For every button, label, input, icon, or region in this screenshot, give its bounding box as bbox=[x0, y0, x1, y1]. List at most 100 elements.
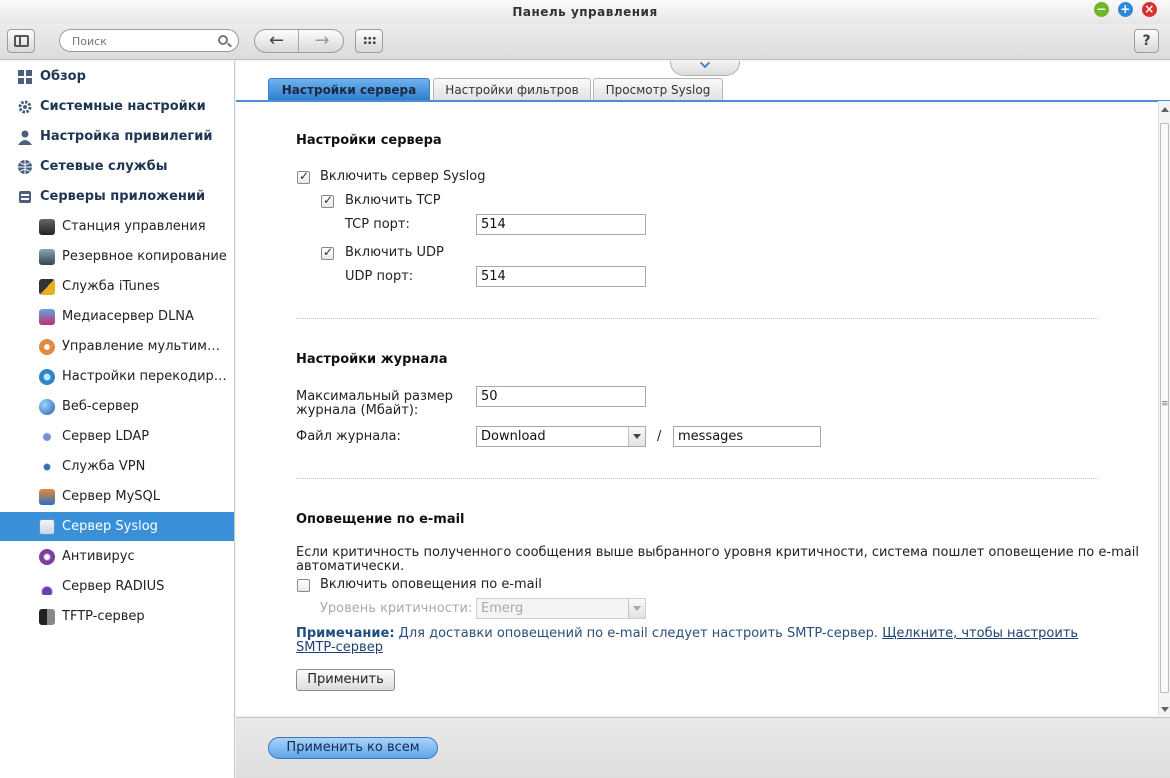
sidebar-item-management-station[interactable]: Станция управления bbox=[0, 212, 234, 241]
apps-button[interactable] bbox=[355, 29, 383, 53]
overview-icon bbox=[18, 70, 32, 84]
sidebar-item-label: Сервер Syslog bbox=[62, 519, 158, 534]
maximize-icon[interactable]: + bbox=[1118, 2, 1133, 17]
tab-filter-settings[interactable]: Настройки фильтров bbox=[433, 78, 591, 100]
smtp-settings-link-cont[interactable]: SMTP-сервер bbox=[296, 640, 383, 655]
sidebar-item-label: Сетевые службы bbox=[40, 159, 168, 174]
sidebar-item-antivirus[interactable]: Антивирус bbox=[0, 542, 234, 571]
chevron-down-icon[interactable] bbox=[628, 427, 645, 446]
back-button[interactable]: ← bbox=[255, 30, 299, 52]
enable-udp-checkbox[interactable] bbox=[321, 245, 334, 260]
sidebar-item-transcoding[interactable]: Настройки перекодирования bbox=[0, 362, 234, 391]
sidebar-item-syslog[interactable]: Сервер Syslog bbox=[0, 512, 234, 541]
sidebar-item-multimedia[interactable]: Управление мультимедиа bbox=[0, 332, 234, 361]
section-divider bbox=[296, 318, 1098, 319]
dlna-icon bbox=[39, 309, 55, 325]
enable-email-label: Включить оповещения по e-mail bbox=[320, 577, 542, 592]
sidebar-item-label: Служба iTunes bbox=[62, 279, 160, 294]
sidebar-item-privileges[interactable]: Настройка привилегий bbox=[0, 122, 234, 151]
itunes-icon bbox=[39, 279, 55, 295]
sidebar-item-label: Станция управления bbox=[62, 219, 206, 234]
collapse-handle[interactable] bbox=[670, 57, 740, 76]
sidebar-item-network-services[interactable]: Сетевые службы bbox=[0, 152, 234, 181]
sidebar-item-itunes[interactable]: Служба iTunes bbox=[0, 272, 234, 301]
sidebar-item-label: Сервер RADIUS bbox=[62, 579, 165, 594]
sidebar-item-label: Обзор bbox=[40, 69, 86, 84]
udp-port-input[interactable]: 514 bbox=[476, 266, 646, 287]
sidebar-item-label: Настройка привилегий bbox=[40, 129, 213, 144]
sidebar-item-label: Настройки перекодирования bbox=[62, 369, 227, 384]
user-icon bbox=[18, 130, 32, 145]
enable-tcp-label: Включить TCP bbox=[345, 193, 441, 208]
chevron-down-icon[interactable] bbox=[628, 599, 645, 618]
sidebar-item-label: Сервер LDAP bbox=[62, 429, 150, 444]
search-icon[interactable] bbox=[218, 35, 228, 45]
tab-server-settings[interactable]: Настройки сервера bbox=[268, 78, 430, 100]
log-folder-select[interactable]: Download bbox=[476, 426, 646, 447]
tftp-icon bbox=[39, 609, 55, 625]
sidebar-item-label: Медиасервер DLNA bbox=[62, 309, 194, 324]
smtp-settings-link[interactable]: Щелкните, чтобы настроить bbox=[882, 626, 1078, 641]
sidebar-item-ldap[interactable]: Сервер LDAP bbox=[0, 422, 234, 451]
server-settings-title: Настройки сервера bbox=[296, 133, 442, 148]
minimize-icon[interactable]: − bbox=[1094, 2, 1109, 17]
sidebar-item-system-settings[interactable]: Системные настройки bbox=[0, 92, 234, 121]
severity-value: Emerg bbox=[481, 601, 524, 616]
window-title: Панель управления bbox=[512, 5, 658, 19]
tab-syslog-view[interactable]: Просмотр Syslog bbox=[593, 78, 723, 100]
section-divider bbox=[296, 478, 1098, 479]
vpn-icon bbox=[39, 459, 55, 475]
grid-icon bbox=[363, 36, 376, 46]
close-icon[interactable]: × bbox=[1142, 2, 1157, 17]
log-settings-title: Настройки журнала bbox=[296, 352, 448, 367]
navigation-buttons: ← → bbox=[254, 29, 344, 53]
sidebar-item-label: Веб-сервер bbox=[62, 399, 139, 414]
vertical-scrollbar[interactable] bbox=[1158, 101, 1170, 716]
scroll-thumb[interactable] bbox=[1160, 123, 1169, 693]
max-size-input[interactable]: 50 bbox=[476, 386, 646, 407]
note-label: Примечание: bbox=[296, 626, 395, 641]
udp-port-label: UDP порт: bbox=[345, 269, 414, 284]
main-menu-button[interactable] bbox=[7, 29, 35, 53]
syslog-icon bbox=[39, 519, 55, 535]
enable-email-checkbox[interactable] bbox=[297, 579, 310, 592]
max-size-label-line1: Максимальный размер bbox=[296, 389, 453, 404]
server-icon bbox=[19, 191, 31, 203]
severity-select[interactable]: Emerg bbox=[476, 598, 646, 619]
sidebar-item-backup[interactable]: Резервное копирование bbox=[0, 242, 234, 271]
search-input[interactable] bbox=[72, 33, 212, 49]
ldap-icon bbox=[39, 429, 55, 445]
sidebar-item-tftp[interactable]: TFTP-сервер bbox=[0, 602, 234, 631]
sidebar-item-vpn[interactable]: Служба VPN bbox=[0, 452, 234, 481]
sidebar-item-overview[interactable]: Обзор bbox=[0, 62, 234, 91]
enable-tcp-checkbox[interactable] bbox=[321, 193, 334, 208]
sidebar-item-dlna[interactable]: Медиасервер DLNA bbox=[0, 302, 234, 331]
tcp-port-input[interactable]: 514 bbox=[476, 214, 646, 235]
help-button[interactable]: ? bbox=[1134, 29, 1159, 53]
sidebar-item-label: Серверы приложений bbox=[40, 189, 206, 204]
sidebar-item-web-server[interactable]: Веб-сервер bbox=[0, 392, 234, 421]
scroll-up-icon[interactable] bbox=[1161, 107, 1169, 112]
enable-udp-label: Включить UDP bbox=[345, 245, 444, 260]
mysql-icon bbox=[39, 489, 55, 505]
scroll-down-icon[interactable] bbox=[1161, 707, 1169, 712]
station-icon bbox=[39, 219, 55, 235]
sidebar-item-mysql[interactable]: Сервер MySQL bbox=[0, 482, 234, 511]
sidebar-item-radius[interactable]: Сервер RADIUS bbox=[0, 572, 234, 601]
toolbar: ← → ? bbox=[0, 24, 1170, 60]
sidebar-item-label: Резервное копирование bbox=[62, 249, 227, 264]
sidebar-item-label: Системные настройки bbox=[40, 99, 206, 114]
enable-syslog-checkbox[interactable] bbox=[297, 169, 310, 184]
sidebar: Обзор Системные настройки Настройка прив… bbox=[0, 61, 235, 778]
apply-button[interactable]: Применить bbox=[296, 669, 395, 691]
log-file-name-input[interactable]: messages bbox=[673, 426, 821, 447]
forward-button[interactable]: → bbox=[300, 30, 343, 52]
gear-icon bbox=[18, 100, 32, 114]
max-size-label-line2: журнала (Мбайт): bbox=[296, 403, 419, 418]
sidebar-item-app-servers[interactable]: Серверы приложений bbox=[0, 182, 234, 211]
apply-all-button[interactable]: Применить ко всем bbox=[268, 737, 438, 759]
search-box[interactable] bbox=[59, 29, 239, 52]
log-folder-value: Download bbox=[481, 429, 546, 444]
sidebar-item-label: Управление мультимедиа bbox=[62, 339, 227, 354]
log-file-label: Файл журнала: bbox=[296, 429, 401, 444]
